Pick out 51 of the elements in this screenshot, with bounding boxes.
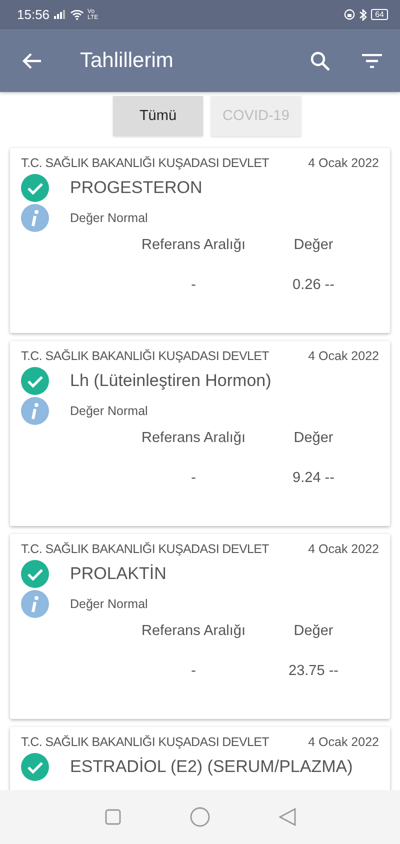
info-icon[interactable]	[21, 397, 49, 425]
result-date: 4 Ocak 2022	[308, 348, 379, 365]
search-icon[interactable]	[310, 50, 330, 70]
checkmark-icon	[21, 367, 49, 395]
hospital-name: T.C. SAĞLIK BAKANLIĞI KUŞADASI DEVLET	[21, 734, 270, 751]
checkmark-icon	[21, 753, 49, 781]
checkmark-icon	[21, 174, 49, 202]
table-cell-text: 0.26 --	[292, 277, 336, 293]
result-date: 4 Ocak 2022	[308, 155, 379, 172]
column-header: Referans Aralığı	[140, 236, 246, 255]
info-icon[interactable]	[21, 204, 49, 232]
test-name: Lh (Lüteinleştiren Hormon)	[70, 371, 272, 391]
filter-icon[interactable]	[362, 54, 382, 68]
filter-tab[interactable]: Tümü	[113, 96, 203, 136]
result-date: 4 Ocak 2022	[308, 541, 379, 558]
signal-icon	[54, 10, 66, 19]
column-header: Referans Aralığı	[140, 429, 246, 448]
back-arrow-icon[interactable]	[22, 52, 42, 70]
result-card[interactable]: T.C. SAĞLIK BAKANLIĞI KUŞADASI DEVLET 4 Ocak 2022 Lh (Lüteinleştiren Hormon) Değer Normal Referans Aralığı Değer - 9.24 --	[10, 341, 390, 526]
table-cell-text: -	[190, 663, 197, 679]
table-cell-text: 23.75 --	[288, 663, 340, 679]
result-date: 4 Ocak 2022	[308, 734, 379, 751]
hospital-name: T.C. SAĞLIK BAKANLIĞI KUŞADASI DEVLET	[21, 155, 270, 172]
column-header: Değer	[292, 622, 334, 641]
result-status: Değer Normal	[70, 404, 148, 418]
test-name: PROGESTERON	[70, 178, 202, 198]
back-icon[interactable]	[278, 808, 296, 826]
table-cell-text: 9.24 --	[292, 470, 336, 486]
test-name: PROLAKTİN	[70, 564, 166, 584]
result-status: Değer Normal	[70, 211, 148, 225]
column-header: Değer	[292, 236, 334, 255]
result-card[interactable]: T.C. SAĞLIK BAKANLIĞI KUŞADASI DEVLET 4 Ocak 2022 ESTRADİOL (E2) (SERUM/PLAZMA)	[10, 727, 390, 790]
screen-title: Tahlillerim	[80, 48, 174, 72]
bluetooth-icon	[359, 8, 368, 20]
test-name: ESTRADİOL (E2) (SERUM/PLAZMA)	[70, 757, 353, 777]
battery-indicator: 64	[371, 9, 388, 20]
column-header: Referans Aralığı	[140, 622, 246, 641]
wifi-icon	[70, 9, 84, 20]
home-icon[interactable]	[190, 807, 210, 827]
checkmark-icon	[21, 560, 49, 588]
result-status: Değer Normal	[70, 597, 148, 611]
recent-apps-icon[interactable]	[104, 809, 120, 825]
table-cell-text: -	[190, 470, 197, 486]
hospital-name: T.C. SAĞLIK BAKANLIĞI KUŞADASI DEVLET	[21, 541, 270, 558]
column-header: Değer	[292, 429, 334, 448]
hospital-name: T.C. SAĞLIK BAKANLIĞI KUŞADASI DEVLET	[21, 348, 270, 365]
table-cell-text: -	[190, 277, 197, 293]
result-card[interactable]: T.C. SAĞLIK BAKANLIĞI KUŞADASI DEVLET 4 Ocak 2022 PROLAKTİN Değer Normal Referans Aralığı Değer - 23.75 --	[10, 534, 390, 719]
result-card[interactable]: T.C. SAĞLIK BAKANLIĞI KUŞADASI DEVLET 4 Ocak 2022 PROGESTERON Değer Normal Referans Aralığı Değer - 0.26 --	[10, 148, 390, 333]
info-icon[interactable]	[21, 590, 49, 618]
status-time: 15:56	[17, 7, 50, 22]
